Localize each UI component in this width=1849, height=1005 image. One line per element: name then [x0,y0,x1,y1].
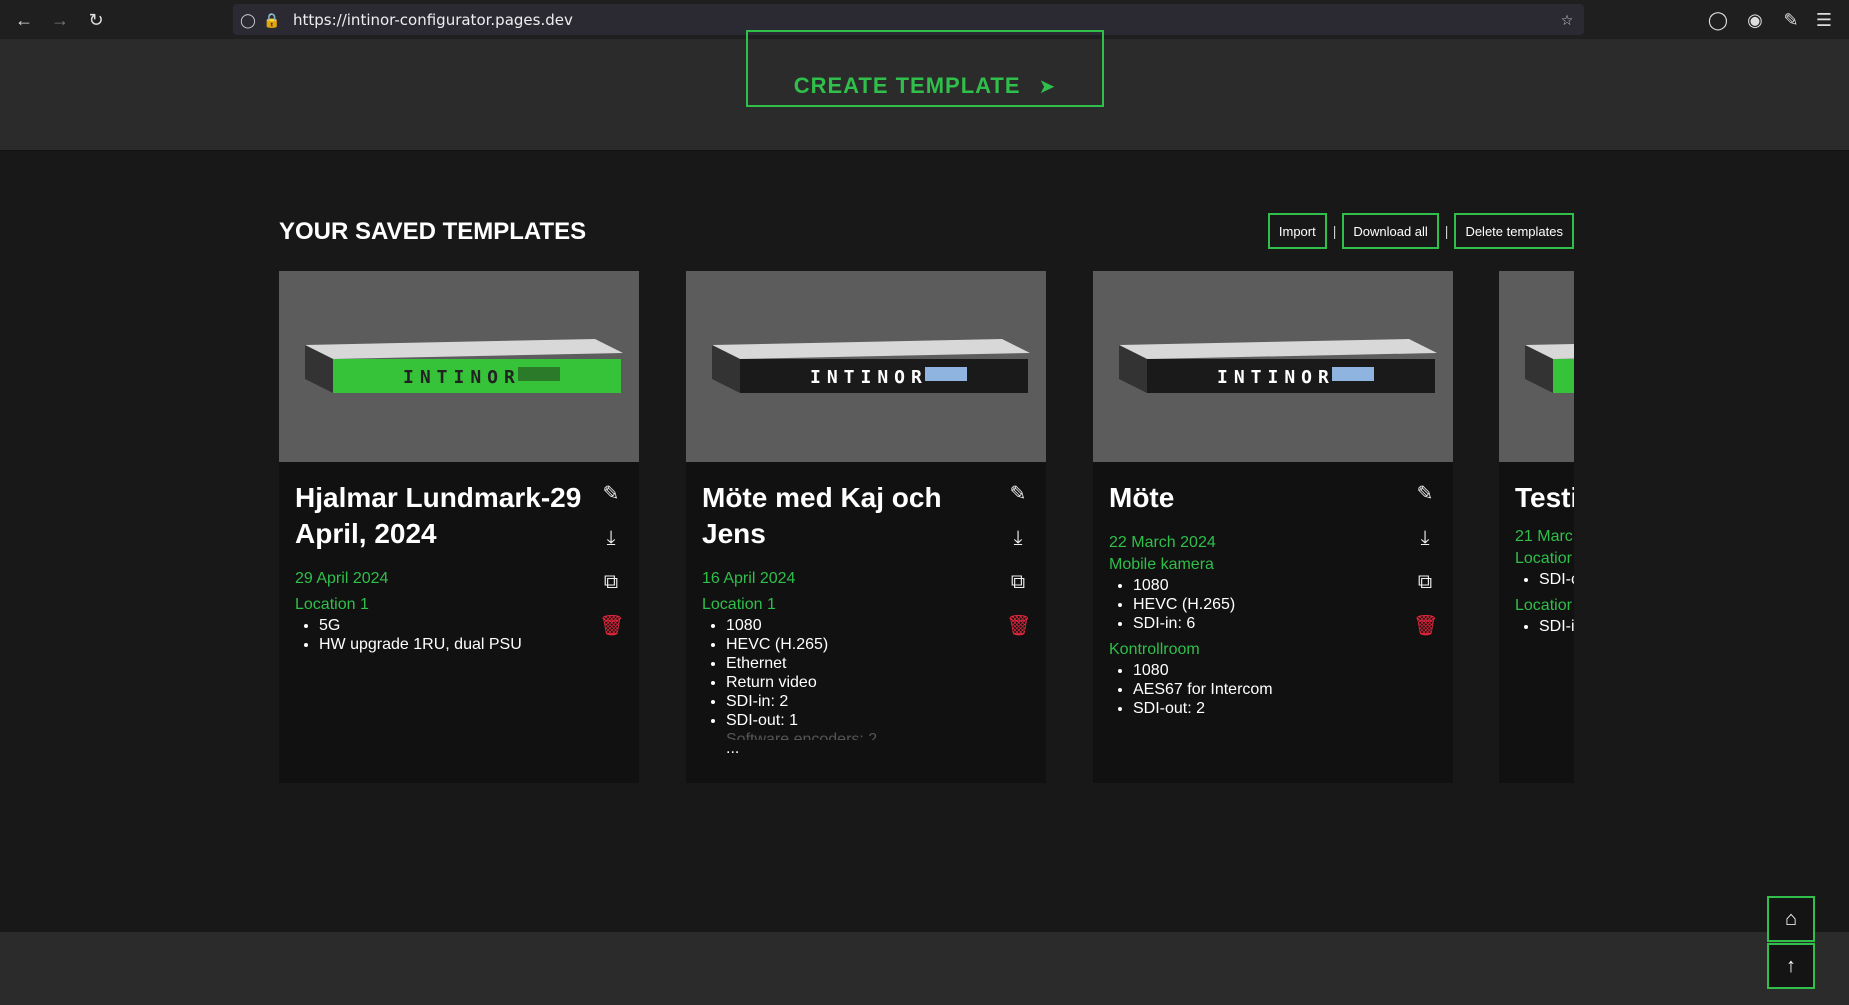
device-image: INTINOR [279,271,639,462]
svg-text:INTINOR: INTINOR [810,367,928,388]
feature-list: 1080 AES67 for Intercom SDI-out: 2 [1109,661,1437,718]
feature-item-faded: Software encoders: 2 [726,730,1030,740]
feature-item: 1080 [1133,661,1437,680]
home-icon: ⌂ [1784,907,1798,930]
more-ellipsis: ... [726,740,740,757]
create-section: CREATE TEMPLATE ➤ [0,30,1849,151]
extensions-icon[interactable]: ✎ [1779,8,1803,32]
lock-icon[interactable]: 🔒 [263,11,281,29]
location-name: Locatior [1515,550,1572,567]
template-title: Möte [1109,482,1175,513]
rack-device-illustration: INTINOR [305,339,623,393]
location-name: Location 1 [295,596,369,613]
feature-item: SDI-out: 2 [1133,699,1437,718]
feature-item: 1080 [726,616,1030,635]
feature-list: 5G HW upgrade 1RU, dual PSU [295,616,623,654]
template-date: 16 April 2024 [702,570,796,587]
download-all-button[interactable]: Download all [1342,213,1439,249]
feature-list: SDI-c [1515,570,1574,589]
download-icon[interactable]: ⤓ [599,526,623,550]
footer [0,932,1849,1005]
template-card[interactable]: Testi 21 Marc Locatior SDI-c Locatior SD… [1499,271,1574,783]
template-title: Hjalmar Lundmark-29 April, 2024 [295,482,582,549]
feature-item: SDI-in: 6 [1133,614,1437,633]
home-button[interactable]: ⌂ [1767,896,1815,942]
download-icon[interactable]: ⤓ [1413,526,1437,550]
device-image [1499,271,1574,462]
create-template-label: CREATE TEMPLATE [793,73,1021,98]
copy-icon[interactable]: ⧉ [1413,570,1437,594]
feature-item: Return video [726,673,1030,692]
location-name: Mobile kamera [1109,556,1214,573]
delete-templates-button[interactable]: Delete templates [1454,213,1574,249]
separator: | [1332,223,1337,239]
create-template-button[interactable]: CREATE TEMPLATE ➤ [746,30,1104,107]
template-actions: Import | Download all | Delete templates [1267,213,1574,249]
templates-carousel[interactable]: INTINOR Hjalmar Lundmark-29 April, 2024 … [279,271,1574,783]
rack-device-illustration: INTINOR [1119,339,1437,393]
pencil-icon[interactable]: ✎ [599,482,623,506]
rack-device-illustration: INTINOR [712,339,1030,393]
trash-icon[interactable]: 🗑 [1413,614,1438,638]
feature-item: Ethernet [726,654,1030,673]
download-icon[interactable]: ⤓ [1006,526,1030,550]
template-date: 22 March 2024 [1109,534,1216,551]
arrow-up-icon: ↑ [1786,954,1796,977]
feature-item: SDI-c [1539,570,1574,589]
template-title: Möte med Kaj och Jens [702,482,942,549]
template-card[interactable]: INTINOR Möte 22 March 2024 Mobile kamera… [1093,271,1453,783]
feature-item: HEVC (H.265) [1133,595,1437,614]
template-date: 29 April 2024 [295,570,389,587]
svg-text:INTINOR: INTINOR [403,367,521,388]
feature-list: 1080 HEVC (H.265) SDI-in: 6 [1109,576,1437,633]
location-name: Kontrollroom [1109,641,1200,658]
scroll-top-button[interactable]: ↑ [1767,943,1815,989]
import-button[interactable]: Import [1267,213,1327,249]
forward-icon[interactable]: → [48,8,72,32]
feature-item: SDI-out: 1 [726,711,1030,730]
feature-item: 5G [319,616,623,635]
arrow-circle-icon: ➤ [1038,76,1057,98]
feature-item: HW upgrade 1RU, dual PSU [319,635,623,654]
feature-item: SDI-in: 2 [726,692,1030,711]
trash-icon[interactable]: 🗑 [599,614,624,638]
account-icon[interactable]: ◉ [1743,8,1767,32]
location-name: Location 1 [702,596,776,613]
rack-device-illustration [1525,343,1574,393]
menu-icon[interactable]: ☰ [1812,8,1836,32]
separator: | [1444,223,1449,239]
feature-item: AES67 for Intercom [1133,680,1437,699]
feature-list: 1080 HEVC (H.265) Ethernet Return video … [702,616,1030,740]
url-text[interactable]: https://intinor-configurator.pages.dev [293,11,573,29]
saved-templates-heading: YOUR SAVED TEMPLATES [279,218,587,245]
pencil-icon[interactable]: ✎ [1006,482,1030,506]
copy-icon[interactable]: ⧉ [1006,570,1030,594]
copy-icon[interactable]: ⧉ [599,570,623,594]
feature-item: 1080 [1133,576,1437,595]
feature-item: SDI-i [1539,617,1574,636]
pocket-icon[interactable]: ◯ [1706,8,1730,32]
feature-list: SDI-i [1515,617,1574,636]
svg-text:INTINOR: INTINOR [1217,367,1335,388]
trash-icon[interactable]: 🗑 [1006,614,1031,638]
template-card[interactable]: INTINOR Möte med Kaj och Jens 16 April 2… [686,271,1046,783]
pencil-icon[interactable]: ✎ [1413,482,1437,506]
reload-icon[interactable]: ↻ [84,8,108,32]
template-card[interactable]: INTINOR Hjalmar Lundmark-29 April, 2024 … [279,271,639,783]
feature-item: HEVC (H.265) [726,635,1030,654]
location-name: Locatior [1515,597,1572,614]
device-image: INTINOR [1093,271,1453,462]
template-title: Testi [1515,482,1574,513]
device-image: INTINOR [686,271,1046,462]
shield-icon[interactable]: ◯ [239,11,257,29]
back-icon[interactable]: ← [12,8,36,32]
bookmark-star-icon[interactable]: ☆ [1558,11,1576,29]
template-date: 21 Marc [1515,528,1573,545]
